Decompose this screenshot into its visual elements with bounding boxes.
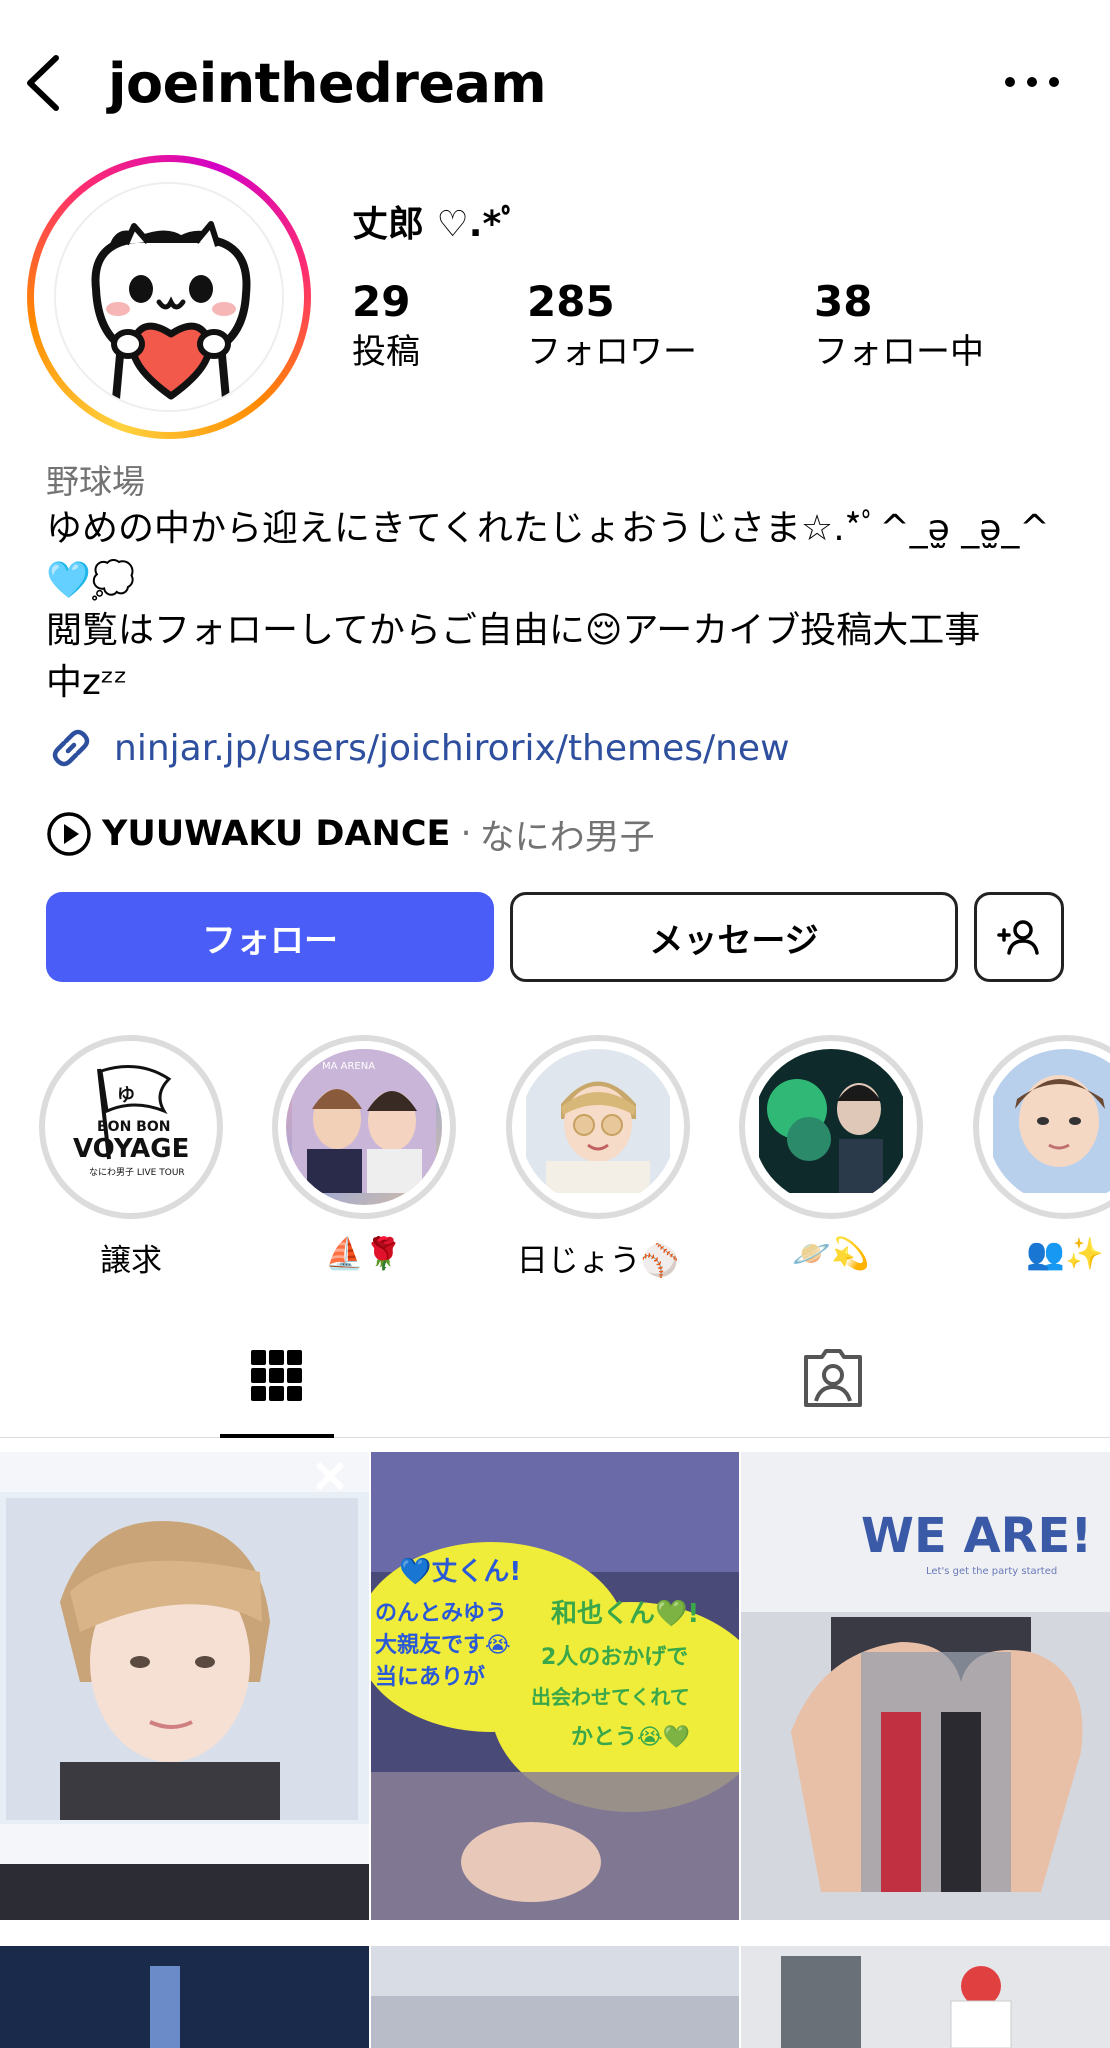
post-thumbnail[interactable] <box>371 1946 739 2048</box>
avatar <box>54 182 284 412</box>
play-icon <box>47 812 91 856</box>
highlight-label: 日じょう⚾ <box>516 1243 680 1279</box>
stat-label: フォロー中 <box>814 332 984 372</box>
message-button[interactable]: メッセージ <box>510 892 958 982</box>
post-text: 2人のおかげで <box>541 1645 688 1670</box>
highlight-label: 🪐💫 <box>792 1236 870 1272</box>
add-user-icon <box>997 920 1039 955</box>
story-highlight[interactable]: MA ARENA ⛵🌹 <box>272 1035 456 1272</box>
stat-following[interactable]: 38 フォロー中 <box>814 275 984 375</box>
story-highlight[interactable]: ゆ BON BON VOYAGE なにわ男子 LIVE TOUR 譲求 <box>39 1035 223 1280</box>
bio-text-line: 閲覧はフォローしてからご自由に😌アーカイブ投稿大工事 <box>46 610 981 651</box>
post-thumbnail[interactable]: 💙丈くん! のんとみゆう 大親友です😭 当にありが 和也くん💚! 2人のおかげで… <box>371 1452 739 1920</box>
music-title: YUUWAKU DANCE <box>102 814 451 854</box>
follow-button[interactable]: フォロー <box>46 892 494 982</box>
bio-text-line: ゆめの中から迎えにきてくれたじょおうじさま☆.*ﾟ^_ə̫ _ə̫_^ <box>46 508 1050 549</box>
highlight-cover <box>753 1049 909 1205</box>
bio-text-line: 中zᶻᶻ <box>46 662 128 703</box>
more-horizontal-icon <box>1005 77 1059 87</box>
post-text: 出会わせてくれて <box>531 1685 690 1709</box>
highlight-label: ⛵🌹 <box>325 1236 403 1272</box>
tab-tagged[interactable] <box>776 1318 890 1438</box>
stat-value: 38 <box>814 277 873 326</box>
profile-tabs <box>0 1318 1110 1438</box>
post-text: 大親友です😭 <box>375 1633 511 1658</box>
post-text: Let's get the party started <box>926 1566 1057 1577</box>
tagged-person-icon <box>804 1349 862 1407</box>
post-thumbnail[interactable] <box>0 1452 369 1920</box>
music-separator: · <box>460 814 472 854</box>
suggested-users-button[interactable] <box>974 892 1064 982</box>
back-button[interactable] <box>18 50 68 116</box>
highlight-text: なにわ男子 LIVE TOUR <box>89 1167 185 1178</box>
bio-link-text[interactable]: ninjar.jp/users/joichirorix/themes/new <box>114 728 790 769</box>
post-text: WE ARE! <box>861 1508 1092 1564</box>
profile-username: joeinthedream <box>108 52 547 115</box>
highlight-cover <box>520 1049 676 1205</box>
post-thumbnail[interactable] <box>0 1946 369 2048</box>
svg-text:ゆ: ゆ <box>117 1085 135 1106</box>
bio-link[interactable]: ninjar.jp/users/joichirorix/themes/new <box>46 722 790 774</box>
highlight-cover: ゆ BON BON VOYAGE なにわ男子 LIVE TOUR <box>53 1049 209 1205</box>
grid-icon <box>251 1350 302 1401</box>
stat-followers[interactable]: 285 フォロワー <box>527 275 697 375</box>
post-text: かとう😭💚 <box>571 1724 691 1750</box>
highlight-text: BON BON <box>97 1119 170 1135</box>
highlight-cover <box>987 1049 1110 1205</box>
profile-category: 野球場 <box>46 462 145 501</box>
link-icon <box>52 729 90 767</box>
tab-posts-grid[interactable] <box>220 1318 334 1438</box>
post-thumbnail[interactable]: WE ARE! Let's get the party started <box>741 1452 1110 1920</box>
post-text: 和也くん💚! <box>551 1599 699 1629</box>
story-ring[interactable] <box>27 155 311 439</box>
story-highlight[interactable]: 👥✨ <box>973 1035 1110 1272</box>
cat-avatar-illustration <box>91 221 251 403</box>
highlight-text: MA ARENA <box>322 1061 375 1072</box>
profile-music[interactable]: YUUWAKU DANCE · なにわ男子 <box>46 808 655 860</box>
chevron-left-icon <box>27 55 59 111</box>
post-text: 💙丈くん! <box>399 1557 521 1587</box>
post-text: のんとみゆう <box>375 1601 507 1626</box>
bio-text-line: 🩵💭 <box>46 560 136 601</box>
stat-value: 29 <box>352 277 411 326</box>
post-thumbnail[interactable] <box>741 1946 1110 2048</box>
stat-label: フォロワー <box>527 332 697 372</box>
top-bar: joeinthedream <box>0 0 1110 170</box>
story-highlight[interactable]: 日じょう⚾ <box>506 1035 690 1280</box>
highlight-label: 👥✨ <box>1026 1236 1104 1272</box>
display-name: 丈郎 ♡.*ﾟ <box>352 204 520 245</box>
highlight-cover: MA ARENA <box>286 1049 442 1205</box>
story-highlight[interactable]: 🪐💫 <box>739 1035 923 1272</box>
stat-posts[interactable]: 29 投稿 <box>352 275 420 375</box>
more-options-button[interactable] <box>1000 62 1064 102</box>
music-artist: なにわ男子 <box>479 817 655 858</box>
highlight-label: 譲求 <box>100 1243 162 1279</box>
post-text: 当にありが <box>375 1664 485 1690</box>
highlight-text: VOYAGE <box>73 1134 189 1164</box>
stat-label: 投稿 <box>352 332 420 372</box>
stat-value: 285 <box>527 277 615 326</box>
